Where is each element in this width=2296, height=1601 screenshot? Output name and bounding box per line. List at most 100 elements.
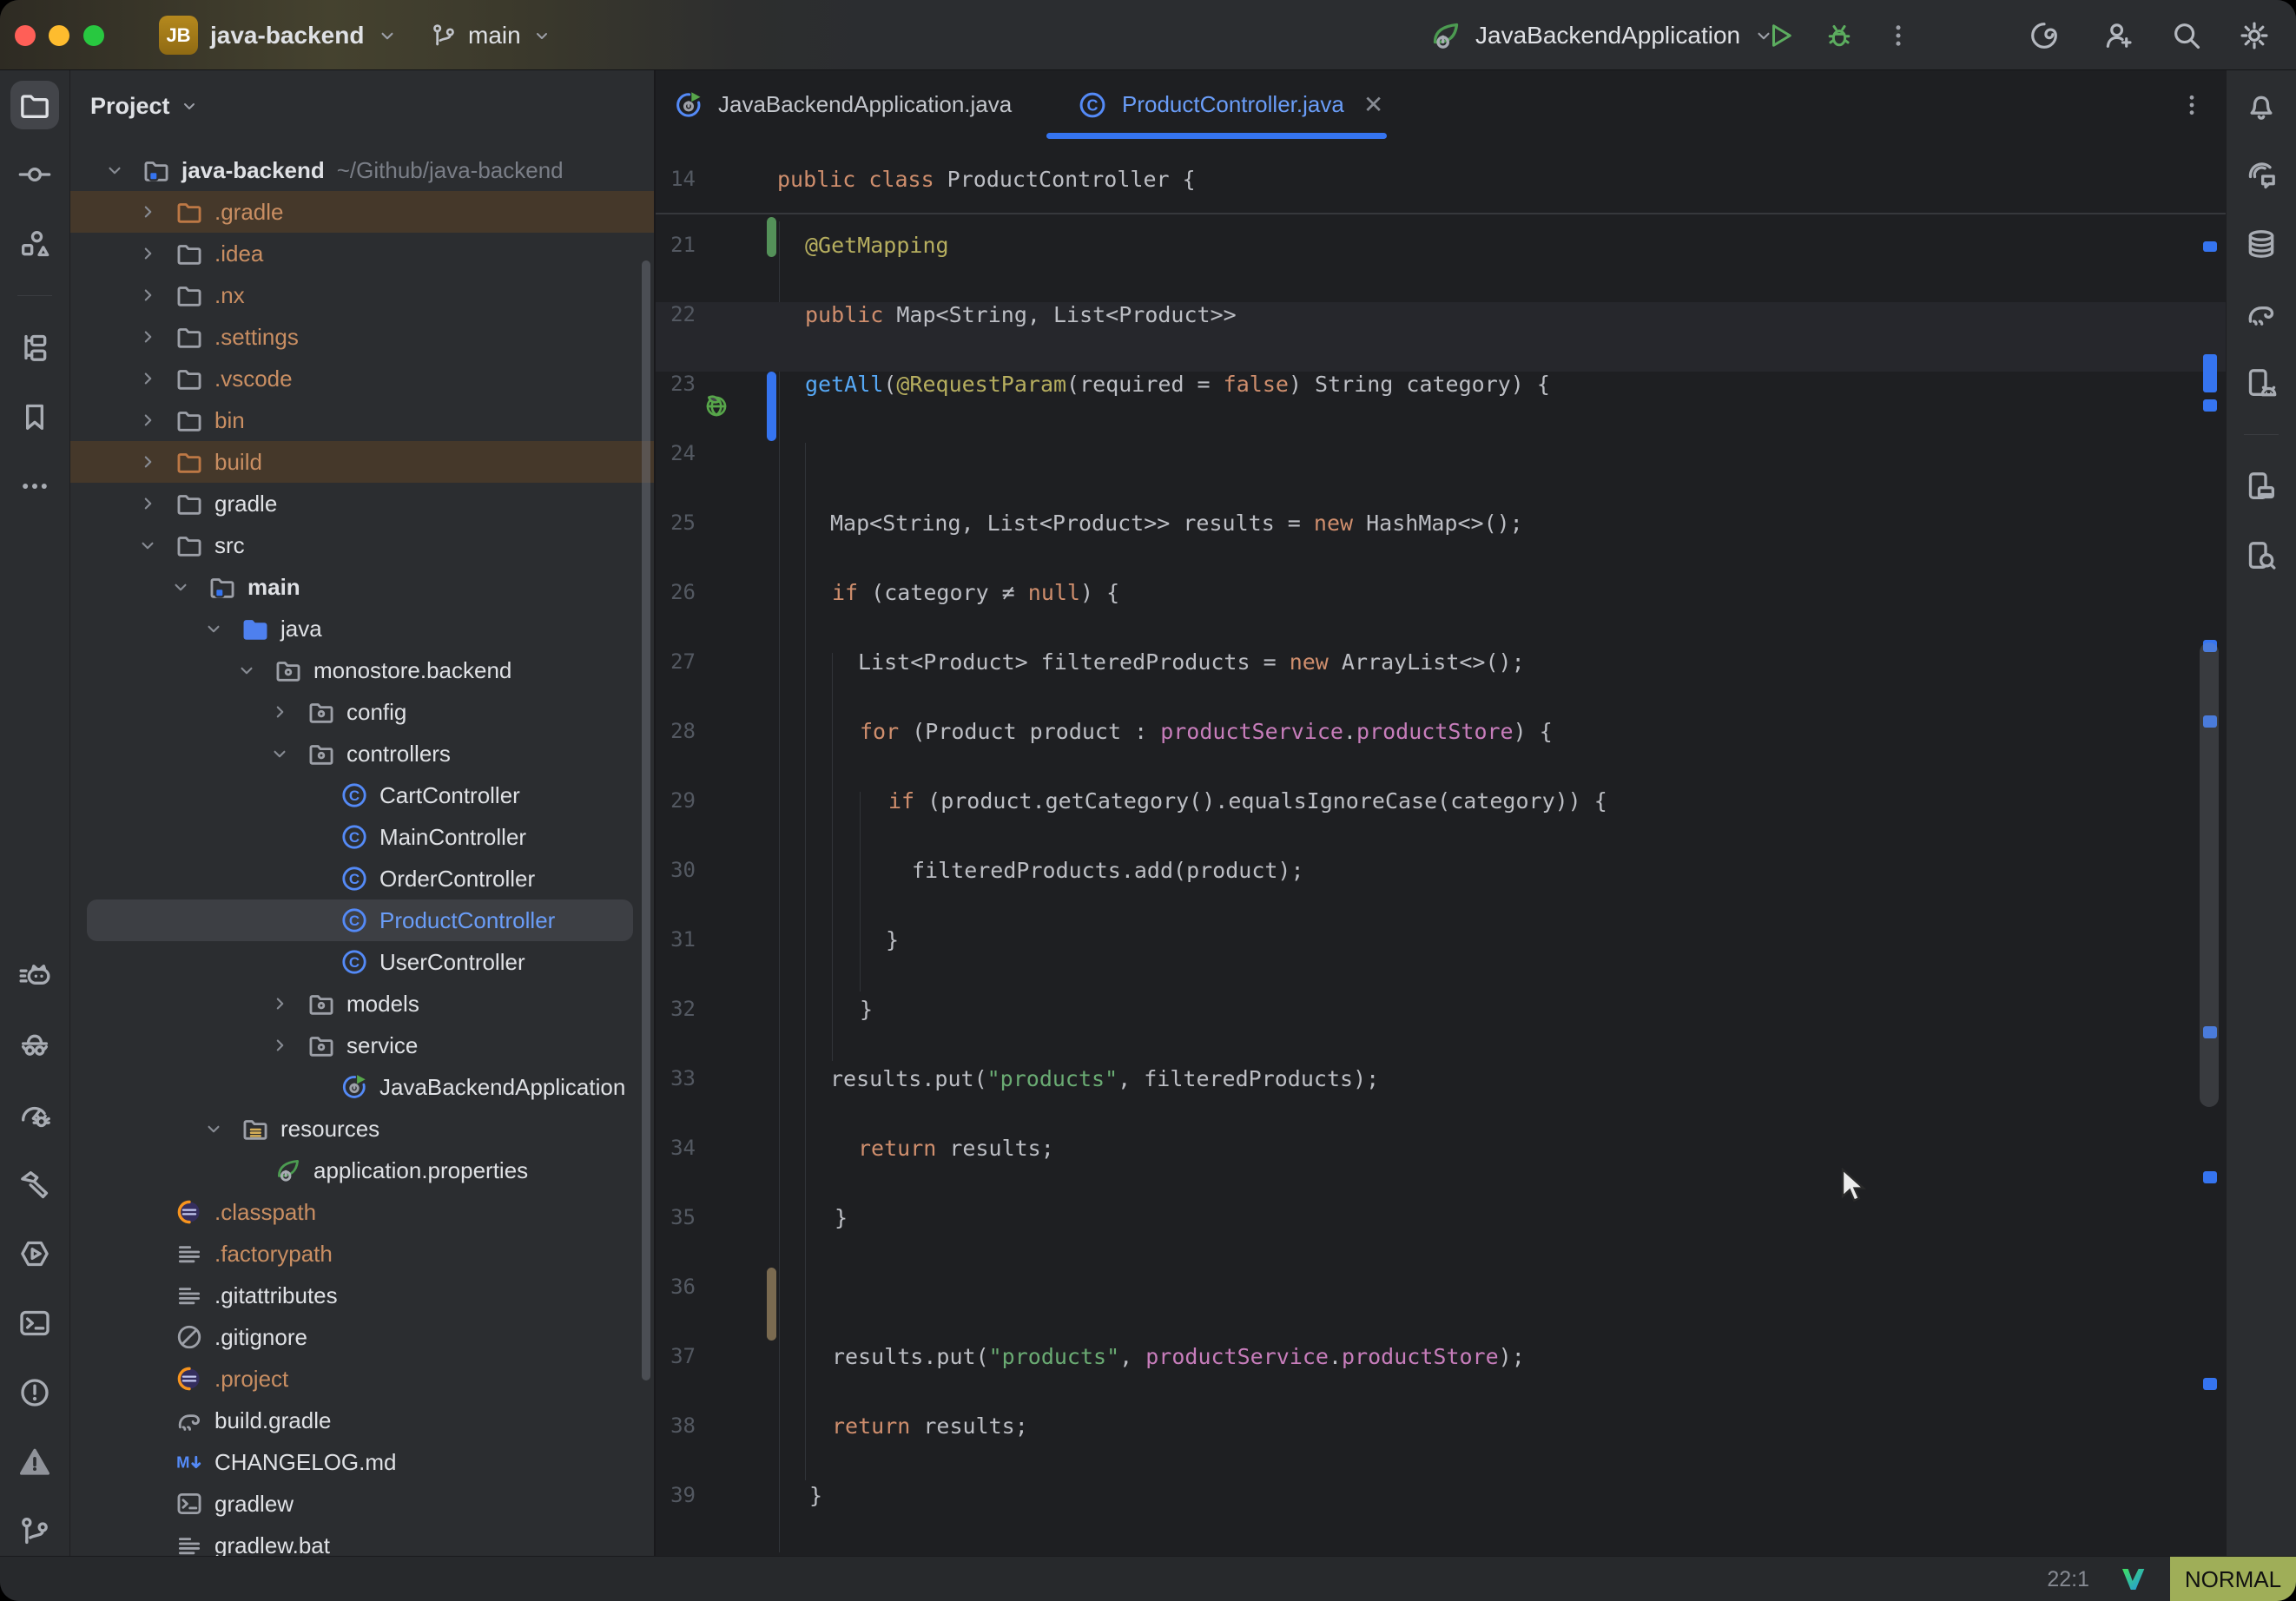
caret-position-widget[interactable]: 22:1 xyxy=(2047,1557,2089,1601)
tab-javabackendapplication[interactable]: JavaBackendApplication.java xyxy=(673,70,1012,139)
code-line-25[interactable]: 25Map<String, List<Product>> results = n… xyxy=(656,511,2226,580)
code-line-28[interactable]: 28for (Product product : productService.… xyxy=(656,719,2226,788)
error-stripe-mark[interactable] xyxy=(2203,241,2217,252)
vcs-branch-widget[interactable]: main xyxy=(430,0,552,70)
line-number[interactable]: 32 xyxy=(656,997,696,1066)
ideavim-icon[interactable] xyxy=(2119,1565,2147,1593)
code-line-38[interactable]: 38return results; xyxy=(656,1413,2226,1483)
chevron-down-icon[interactable] xyxy=(268,742,291,765)
line-number[interactable]: 39 xyxy=(656,1483,696,1552)
code-with-me-button[interactable] xyxy=(2095,0,2143,70)
tab-productcontroller[interactable]: C ProductController.java ✕ xyxy=(1077,70,1383,139)
run-button[interactable] xyxy=(1756,0,1804,70)
tree-item-gradlew[interactable]: gradlew xyxy=(70,1483,656,1525)
editor-scrollbar[interactable] xyxy=(2200,642,2219,1107)
project-panel-header[interactable]: Project xyxy=(90,83,200,128)
code-line-37[interactable]: 37results.put("products", productService… xyxy=(656,1344,2226,1413)
commit-button[interactable] xyxy=(10,150,59,199)
line-number[interactable]: 22 xyxy=(656,302,696,372)
vcs-change-marker-modified[interactable] xyxy=(767,372,776,441)
more-run-actions-button[interactable] xyxy=(1874,0,1923,70)
error-stripe-mark[interactable] xyxy=(2203,399,2217,412)
code-line-39[interactable]: 39} xyxy=(656,1483,2226,1552)
chevron-right-icon[interactable] xyxy=(136,409,159,432)
tree-item-main[interactable]: main xyxy=(70,566,656,608)
tree-item-usercontroller[interactable]: CUserController xyxy=(70,941,656,983)
chevron-right-icon[interactable] xyxy=(136,451,159,473)
tree-item--settings[interactable]: .settings xyxy=(70,316,656,358)
tree-item-cartcontroller[interactable]: CCartController xyxy=(70,774,656,816)
chevron-down-icon[interactable] xyxy=(103,159,126,181)
sticky-line[interactable]: 14public class ProductController { xyxy=(656,144,2226,214)
warning-button[interactable] xyxy=(10,1438,59,1486)
vcs-change-marker-whitespace[interactable] xyxy=(767,1268,776,1341)
build-hammer-button[interactable] xyxy=(10,1160,59,1209)
code-line-29[interactable]: 29if (product.getCategory().equalsIgnore… xyxy=(656,788,2226,858)
line-number[interactable]: 27 xyxy=(656,649,696,719)
tree-item-gradlew-bat[interactable]: gradlew.bat xyxy=(70,1525,656,1556)
running-devices-button[interactable] xyxy=(2237,462,2286,511)
hierarchy-button[interactable] xyxy=(10,323,59,372)
code-line-34[interactable]: 34return results; xyxy=(656,1136,2226,1205)
ai-chat-button[interactable] xyxy=(2237,150,2286,199)
tree-item-service[interactable]: service xyxy=(70,1025,656,1066)
chevron-right-icon[interactable] xyxy=(268,1034,291,1057)
tree-item-javabackendapplication[interactable]: JavaBackendApplication xyxy=(70,1066,656,1108)
profiler-button[interactable] xyxy=(10,1090,59,1139)
code-line-31[interactable]: 31} xyxy=(656,927,2226,997)
tree-item-src[interactable]: src xyxy=(70,524,656,566)
tree-item-bin[interactable]: bin xyxy=(70,399,656,441)
tree-item-maincontroller[interactable]: CMainController xyxy=(70,816,656,858)
error-stripe-mark[interactable] xyxy=(2203,1378,2217,1390)
tree-item--idea[interactable]: .idea xyxy=(70,233,656,274)
line-number[interactable]: 36 xyxy=(656,1275,696,1344)
notifications-bell-button[interactable] xyxy=(2237,81,2286,129)
maximize-window-button[interactable] xyxy=(83,25,104,46)
tree-item-monostore-backend[interactable]: monostore.backend xyxy=(70,649,656,691)
code-line-27[interactable]: 27List<Product> filteredProducts = new A… xyxy=(656,649,2226,719)
tab-options-button[interactable] xyxy=(2175,89,2208,122)
chevron-right-icon[interactable] xyxy=(268,992,291,1015)
chevron-right-icon[interactable] xyxy=(136,242,159,265)
git-branch-button[interactable] xyxy=(10,1507,59,1556)
tree-item-ordercontroller[interactable]: COrderController xyxy=(70,858,656,899)
debug-button[interactable] xyxy=(1815,0,1864,70)
tree-item--nx[interactable]: .nx xyxy=(70,274,656,316)
structure-button[interactable] xyxy=(10,220,59,268)
code-line-33[interactable]: 33results.put("products", filteredProduc… xyxy=(656,1066,2226,1136)
endpoint-icon[interactable] xyxy=(703,392,730,420)
line-number[interactable]: 30 xyxy=(656,858,696,927)
ai-assistant-button[interactable] xyxy=(2020,0,2068,70)
tree-item-changelog-md[interactable]: MCHANGELOG.md xyxy=(70,1441,656,1483)
tree-item-java[interactable]: java xyxy=(70,608,656,649)
project-folder-button[interactable] xyxy=(10,81,59,129)
line-number[interactable]: 38 xyxy=(656,1413,696,1483)
problems-button[interactable] xyxy=(10,1368,59,1417)
chevron-right-icon[interactable] xyxy=(136,326,159,348)
code-line-32[interactable]: 32} xyxy=(656,997,2226,1066)
chevron-right-icon[interactable] xyxy=(136,284,159,306)
tree-item-gradle[interactable]: gradle xyxy=(70,483,656,524)
line-number[interactable]: 23 xyxy=(656,372,696,441)
project-selector[interactable]: java-backend xyxy=(210,0,399,70)
line-number[interactable]: 29 xyxy=(656,788,696,858)
copilot-button[interactable] xyxy=(10,952,59,1000)
more-button[interactable] xyxy=(10,462,59,511)
database-button[interactable] xyxy=(2237,220,2286,268)
tree-item-controllers[interactable]: controllers xyxy=(70,733,656,774)
tree-item--gitignore[interactable]: .gitignore xyxy=(70,1316,656,1358)
tree-item-build[interactable]: build xyxy=(70,441,656,483)
tree-item--factorypath[interactable]: .factorypath xyxy=(70,1233,656,1275)
vcs-change-marker-added[interactable] xyxy=(767,217,776,257)
chevron-right-icon[interactable] xyxy=(136,201,159,223)
chevron-right-icon[interactable] xyxy=(136,492,159,515)
close-tab-icon[interactable]: ✕ xyxy=(1363,90,1383,119)
tree-item-productcontroller[interactable]: CProductController xyxy=(70,899,656,941)
chevron-down-icon[interactable] xyxy=(202,617,225,640)
bookmarks-button[interactable] xyxy=(10,392,59,441)
chevron-down-icon[interactable] xyxy=(235,659,258,682)
chevron-down-icon[interactable] xyxy=(136,534,159,557)
gradle-button[interactable] xyxy=(2237,289,2286,338)
error-stripe-mark[interactable] xyxy=(2203,1171,2217,1183)
line-number[interactable]: 37 xyxy=(656,1344,696,1413)
